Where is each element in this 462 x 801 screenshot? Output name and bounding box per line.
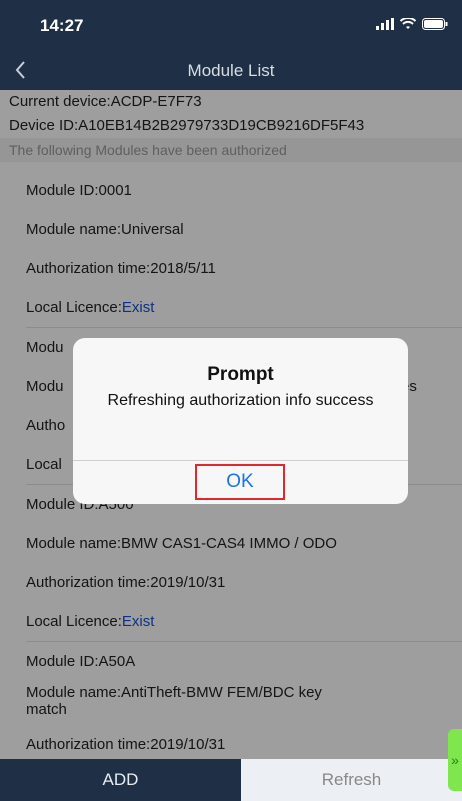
refresh-button[interactable]: Refresh [241, 759, 462, 801]
dialog-message: Refreshing authorization info success [107, 392, 374, 409]
double-chevron-icon: » [451, 752, 459, 768]
ok-button[interactable]: OK [195, 464, 285, 500]
nav-bar: Module List [0, 52, 462, 90]
add-button[interactable]: ADD [0, 759, 241, 801]
dialog-title: Prompt [207, 364, 274, 385]
status-icons [376, 18, 448, 30]
wifi-icon [400, 18, 416, 29]
signal-icon [376, 18, 394, 30]
status-bar: 14:27 [0, 0, 462, 52]
page-title: Module List [187, 61, 275, 80]
bottom-bar: ADD Refresh [0, 759, 462, 801]
dialog-divider [73, 460, 408, 461]
side-drawer-handle[interactable]: » [448, 729, 462, 791]
prompt-dialog: Prompt Refreshing authorization info suc… [73, 338, 408, 504]
battery-icon [422, 18, 448, 30]
status-time: 14:27 [40, 16, 84, 35]
